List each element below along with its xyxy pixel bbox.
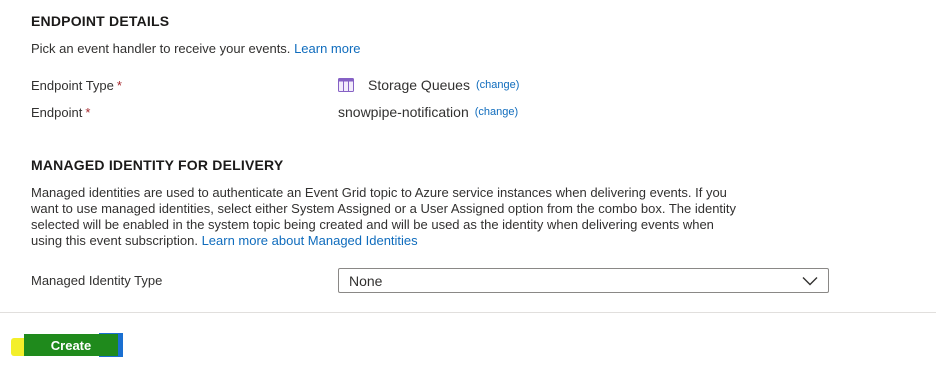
change-endpoint-link[interactable]: (change) bbox=[475, 106, 518, 118]
managed-identity-description: Managed identities are used to authentic… bbox=[31, 185, 736, 249]
identity-desc-line-4-text: using this event subscription. bbox=[31, 233, 198, 248]
identity-desc-line-4: using this event subscription. Learn mor… bbox=[31, 233, 736, 249]
endpoint-text: snowpipe-notification bbox=[338, 104, 469, 120]
identity-desc-line-3: selected will be enabled in the system t… bbox=[31, 217, 714, 232]
endpoint-details-heading: ENDPOINT DETAILS bbox=[31, 13, 170, 29]
endpoint-type-label-text: Endpoint Type bbox=[31, 78, 114, 93]
endpoint-type-text: Storage Queues bbox=[368, 77, 470, 93]
endpoint-type-value: Storage Queues (change) bbox=[338, 77, 519, 93]
learn-more-link[interactable]: Learn more bbox=[294, 41, 360, 56]
learn-more-managed-identities-link[interactable]: Learn more about Managed Identities bbox=[202, 233, 418, 248]
managed-identity-type-label: Managed Identity Type bbox=[31, 273, 163, 288]
endpoint-value: snowpipe-notification (change) bbox=[338, 104, 518, 120]
managed-identity-type-select[interactable]: None bbox=[338, 268, 829, 293]
chevron-down-icon bbox=[802, 273, 818, 289]
required-marker: * bbox=[116, 78, 122, 93]
change-endpoint-type-link[interactable]: (change) bbox=[476, 79, 519, 91]
storage-queue-icon bbox=[338, 78, 354, 92]
event-subscription-form: ENDPOINT DETAILS Pick an event handler t… bbox=[0, 0, 936, 376]
footer-divider bbox=[0, 312, 936, 313]
endpoint-label: Endpoint * bbox=[31, 105, 90, 120]
endpoint-label-text: Endpoint bbox=[31, 105, 83, 120]
required-marker: * bbox=[85, 105, 91, 120]
managed-identity-type-value: None bbox=[349, 272, 383, 289]
create-button[interactable]: Create bbox=[24, 334, 118, 356]
endpoint-description-text: Pick an event handler to receive your ev… bbox=[31, 41, 291, 56]
endpoint-description: Pick an event handler to receive your ev… bbox=[31, 41, 361, 57]
endpoint-type-label: Endpoint Type * bbox=[31, 78, 122, 93]
identity-desc-line-1: Managed identities are used to authentic… bbox=[31, 185, 727, 200]
create-button-area: Create bbox=[11, 333, 123, 357]
managed-identity-heading: MANAGED IDENTITY FOR DELIVERY bbox=[31, 157, 284, 173]
identity-desc-line-2: want to use managed identities, select e… bbox=[31, 201, 737, 216]
